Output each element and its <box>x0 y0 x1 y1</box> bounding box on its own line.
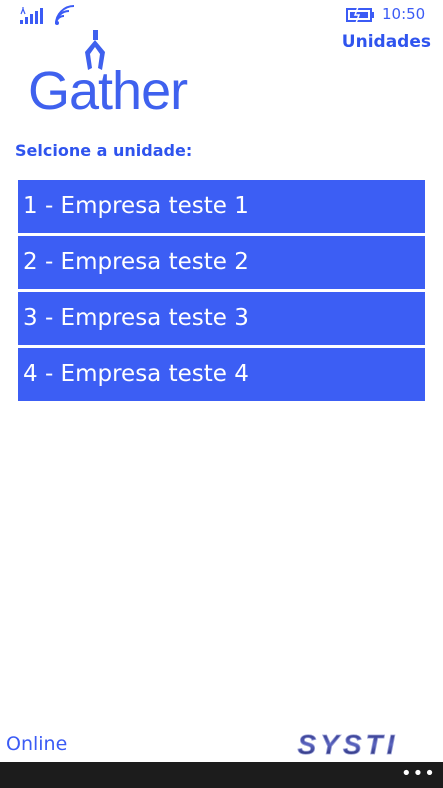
app-bar: ••• <box>0 762 443 788</box>
systi-logo-text: SYSTI <box>298 732 399 758</box>
select-unit-prompt: Selcione a unidade: <box>15 141 193 160</box>
screen: 10:50 Unidades Gather Selcione a unidade… <box>0 0 443 788</box>
unit-item-1[interactable]: 1 - Empresa teste 1 <box>18 180 425 233</box>
connection-status: Online <box>6 733 68 755</box>
wifi-icon <box>55 5 75 25</box>
signal-icon <box>20 7 43 24</box>
gather-logo: Gather <box>20 28 232 118</box>
status-bar: 10:50 <box>0 0 443 30</box>
systi-logo: SYSTI <box>297 732 399 758</box>
battery-charging-icon <box>346 6 374 24</box>
unit-list: 1 - Empresa teste 1 2 - Empresa teste 2 … <box>18 180 425 404</box>
page-title: Unidades <box>341 32 431 52</box>
more-button[interactable]: ••• <box>401 765 435 783</box>
unit-item-4[interactable]: 4 - Empresa teste 4 <box>18 348 425 401</box>
unit-item-2[interactable]: 2 - Empresa teste 2 <box>18 236 425 289</box>
status-clock: 10:50 <box>382 5 426 23</box>
unit-item-3[interactable]: 3 - Empresa teste 3 <box>18 292 425 345</box>
logo-text: Gather <box>28 61 188 121</box>
